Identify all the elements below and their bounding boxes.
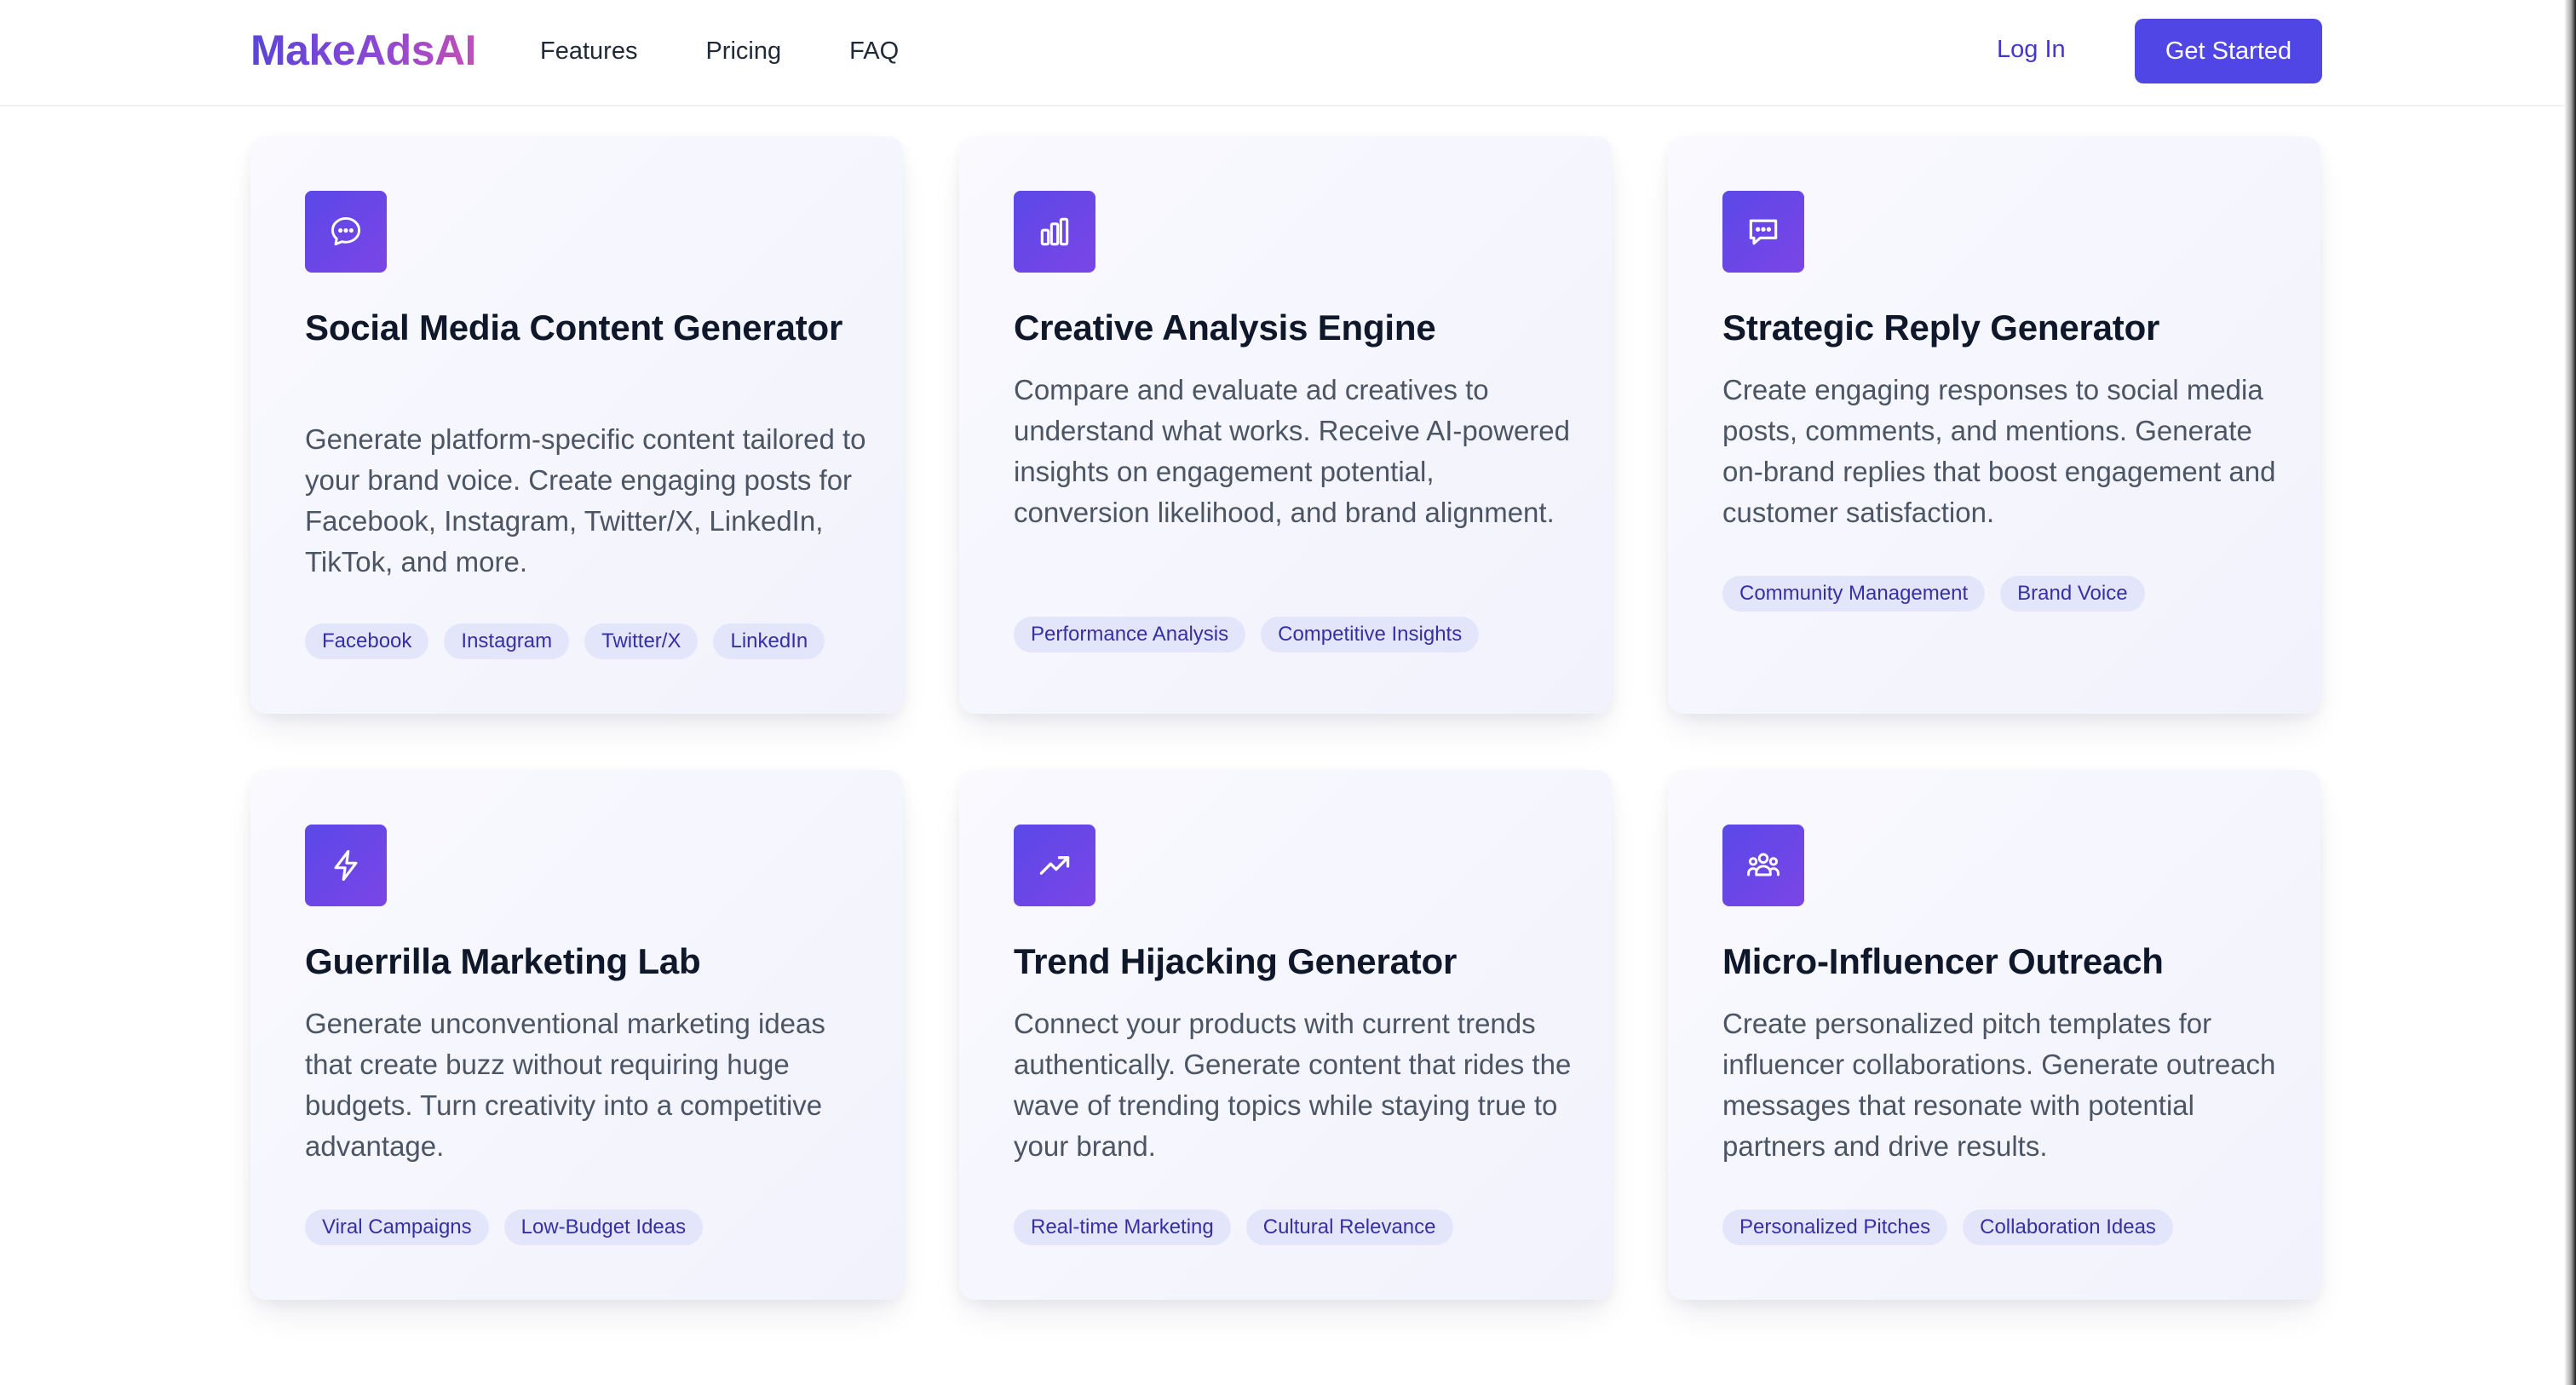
tag-low-budget-ideas: Low-Budget Ideas	[503, 1210, 704, 1245]
card-description: Generate platform-specific content tailo…	[305, 423, 866, 578]
lightning-icon	[305, 825, 387, 906]
top-navbar: MakeAdsAI Features Pricing FAQ Log In Ge…	[0, 0, 2564, 106]
tag-linkedin: LinkedIn	[713, 624, 825, 659]
feature-card-guerrilla-marketing: Guerrilla Marketing Lab Generate unconve…	[250, 770, 903, 1300]
tag-community-management: Community Management	[1722, 576, 1986, 612]
message-square-icon	[1722, 191, 1804, 273]
feature-card-creative-analysis: Creative Analysis Engine Compare and eva…	[959, 136, 1612, 714]
tag-twitter: Twitter/X	[584, 624, 699, 659]
brand-logo[interactable]: MakeAdsAI	[250, 26, 477, 75]
card-title: Trend Hijacking Generator	[1014, 941, 1458, 981]
card-description: Connect your products with current trend…	[1014, 1008, 1572, 1162]
card-title: Guerrilla Marketing Lab	[305, 941, 701, 981]
chat-bubble-icon	[305, 191, 387, 273]
card-title: Strategic Reply Generator	[1722, 307, 2160, 348]
tag-cultural-relevance: Cultural Relevance	[1245, 1210, 1453, 1245]
trending-up-icon	[1014, 825, 1095, 906]
tag-list: Community Management Brand Voice	[1722, 576, 2145, 612]
tag-brand-voice: Brand Voice	[2000, 576, 2145, 612]
bar-chart-icon	[1014, 191, 1095, 273]
tag-facebook: Facebook	[305, 624, 429, 659]
feature-card-social-media: Social Media Content Generator Generate …	[250, 136, 903, 714]
users-group-icon	[1722, 825, 1804, 906]
tag-competitive-insights: Competitive Insights	[1261, 617, 1480, 652]
tag-personalized-pitches: Personalized Pitches	[1722, 1210, 1948, 1245]
feature-card-micro-influencer: Micro-Influencer Outreach Create persona…	[1668, 770, 2320, 1300]
tag-list: Facebook Instagram Twitter/X LinkedIn	[305, 624, 825, 659]
feature-card-trend-hijacking: Trend Hijacking Generator Connect your p…	[959, 770, 1612, 1300]
tag-list: Performance Analysis Competitive Insight…	[1014, 617, 1480, 652]
nav-link-pricing[interactable]: Pricing	[705, 37, 781, 66]
tag-collaboration-ideas: Collaboration Ideas	[1963, 1210, 2173, 1245]
card-description: Create personalized pitch templates for …	[1722, 1008, 2276, 1162]
tag-instagram: Instagram	[444, 624, 570, 659]
card-description: Compare and evaluate ad creatives to und…	[1014, 374, 1571, 528]
tag-viral-campaigns: Viral Campaigns	[305, 1210, 489, 1245]
card-title: Social Media Content Generator	[305, 307, 843, 348]
tag-list: Viral Campaigns Low-Budget Ideas	[305, 1210, 704, 1245]
tag-performance-analysis: Performance Analysis	[1014, 617, 1246, 652]
nav-link-features[interactable]: Features	[540, 37, 637, 66]
card-title: Micro-Influencer Outreach	[1722, 941, 2164, 981]
window-edge	[2564, 0, 2576, 1385]
nav-links: Features Pricing FAQ	[540, 37, 899, 66]
card-title: Creative Analysis Engine	[1014, 307, 1436, 348]
feature-card-strategic-reply: Strategic Reply Generator Create engagin…	[1668, 136, 2320, 714]
nav-link-faq[interactable]: FAQ	[849, 37, 899, 66]
get-started-button[interactable]: Get Started	[2135, 19, 2322, 83]
login-link[interactable]: Log In	[1997, 36, 2066, 64]
card-description: Create engaging responses to social medi…	[1722, 374, 2276, 528]
card-description: Generate unconventional marketing ideas …	[305, 1008, 825, 1162]
tag-list: Personalized Pitches Collaboration Ideas	[1722, 1210, 2173, 1245]
tag-list: Real-time Marketing Cultural Relevance	[1014, 1210, 1453, 1245]
tag-real-time-marketing: Real-time Marketing	[1014, 1210, 1231, 1245]
